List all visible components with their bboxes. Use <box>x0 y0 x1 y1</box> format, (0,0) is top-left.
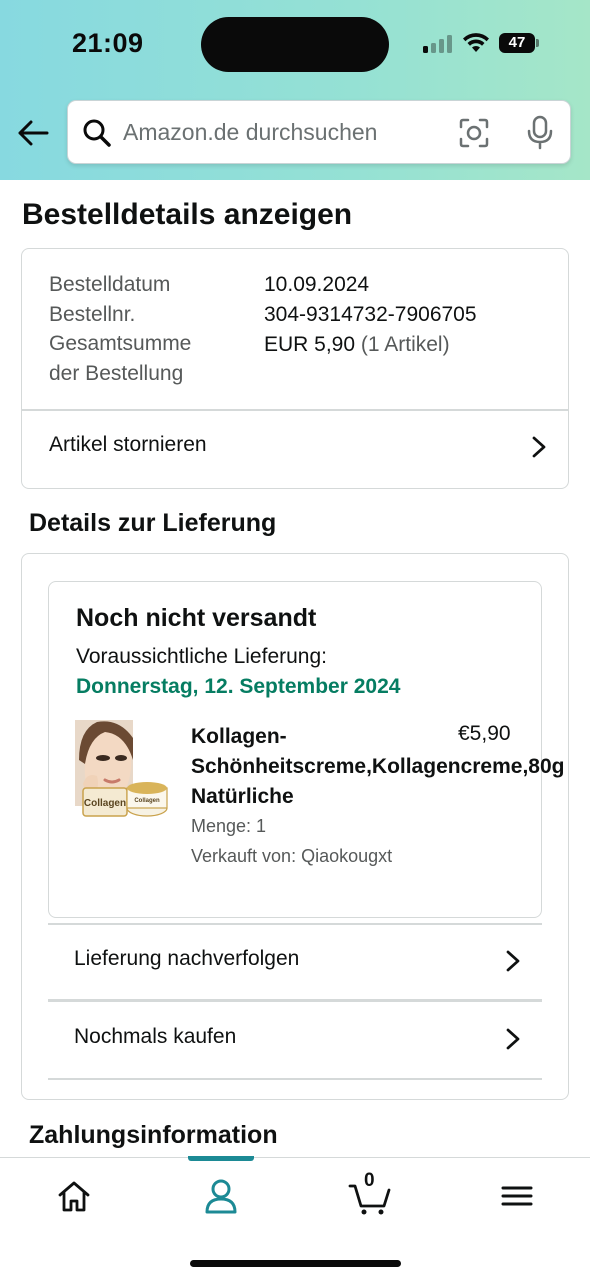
menu-icon[interactable] <box>497 1176 537 1216</box>
delivery-card: Noch nicht versandt Voraussichtliche Lie… <box>21 553 569 1100</box>
chevron-right-icon <box>532 436 546 458</box>
battery-level: 47 <box>508 34 526 51</box>
bottom-tab-bar: 0 <box>0 1156 590 1280</box>
battery-indicator: 47 <box>499 33 535 53</box>
shipment-card: Noch nicht versandt Voraussichtliche Lie… <box>48 581 564 918</box>
app-header: 21:09 47 <box>0 0 590 180</box>
product-seller: Verkauft von: Qiaokougxt <box>191 846 393 866</box>
order-item-count: (1 Artikel) <box>360 333 450 356</box>
page-title: Bestelldetails anzeigen <box>22 198 353 231</box>
cellular-signal-icon <box>423 35 455 53</box>
order-summary-card: Bestelldatum 10.09.2024 Bestellnr. 304-9… <box>21 248 569 489</box>
back-arrow-icon[interactable] <box>16 116 50 150</box>
order-number-value: 304-9314732-7906705 <box>264 303 477 326</box>
order-total-label: Gesamtsumme der Bestellung <box>49 332 192 385</box>
dynamic-island <box>201 17 389 72</box>
battery-nub <box>536 39 539 47</box>
product-image-label: Collagen <box>84 798 126 809</box>
active-tab-indicator <box>188 1156 254 1161</box>
product-image[interactable]: Collagen Collagen <box>75 720 169 822</box>
buy-again-label: Nochmals kaufen <box>74 1025 237 1048</box>
order-number-label: Bestellnr. <box>49 303 136 326</box>
cancel-items-label: Artikel stornieren <box>49 433 207 456</box>
home-indicator <box>190 1260 401 1267</box>
chevron-right-icon <box>506 950 520 972</box>
section-divider <box>48 1078 542 1080</box>
expected-delivery-date: Donnerstag, 12. September 2024 <box>76 675 401 698</box>
search-bar[interactable] <box>67 100 571 164</box>
chevron-right-icon <box>506 1028 520 1050</box>
product-title-line-3: Natürliche <box>191 785 294 808</box>
order-date-label: Bestelldatum <box>49 273 171 296</box>
expected-delivery-label: Voraussichtliche Lieferung: <box>76 645 327 668</box>
wifi-icon <box>463 33 489 52</box>
product-price: €5,90 <box>458 722 511 745</box>
person-icon[interactable] <box>201 1176 241 1216</box>
svg-text:Collagen: Collagen <box>134 798 160 804</box>
buy-again-link[interactable]: Nochmals kaufen <box>22 1002 568 1078</box>
product-title-line-2: Schönheitscreme,Kollagencreme,80g <box>191 755 565 778</box>
track-package-label: Lieferung nachverfolgen <box>74 947 300 970</box>
payment-section-title: Zahlungsinformation <box>29 1121 278 1149</box>
delivery-section-title: Details zur Lieferung <box>29 509 277 537</box>
order-date-value: 10.09.2024 <box>264 273 370 296</box>
product-quantity: Menge: 1 <box>191 816 267 836</box>
status-time: 21:09 <box>72 28 144 58</box>
order-total-value: EUR 5,90 (1 Artikel) <box>264 333 450 357</box>
home-icon[interactable] <box>54 1176 94 1216</box>
search-input[interactable] <box>123 119 393 146</box>
order-total-amount: EUR 5,90 <box>264 333 356 356</box>
cart-count-badge: 0 <box>364 1170 375 1191</box>
shipment-status: Noch nicht versandt <box>76 604 317 632</box>
microphone-icon[interactable] <box>526 115 554 151</box>
camera-lens-icon[interactable] <box>458 117 490 149</box>
search-icon <box>83 119 111 147</box>
cancel-items-link[interactable]: Artikel stornieren <box>22 410 568 486</box>
track-package-link[interactable]: Lieferung nachverfolgen <box>22 925 568 1001</box>
